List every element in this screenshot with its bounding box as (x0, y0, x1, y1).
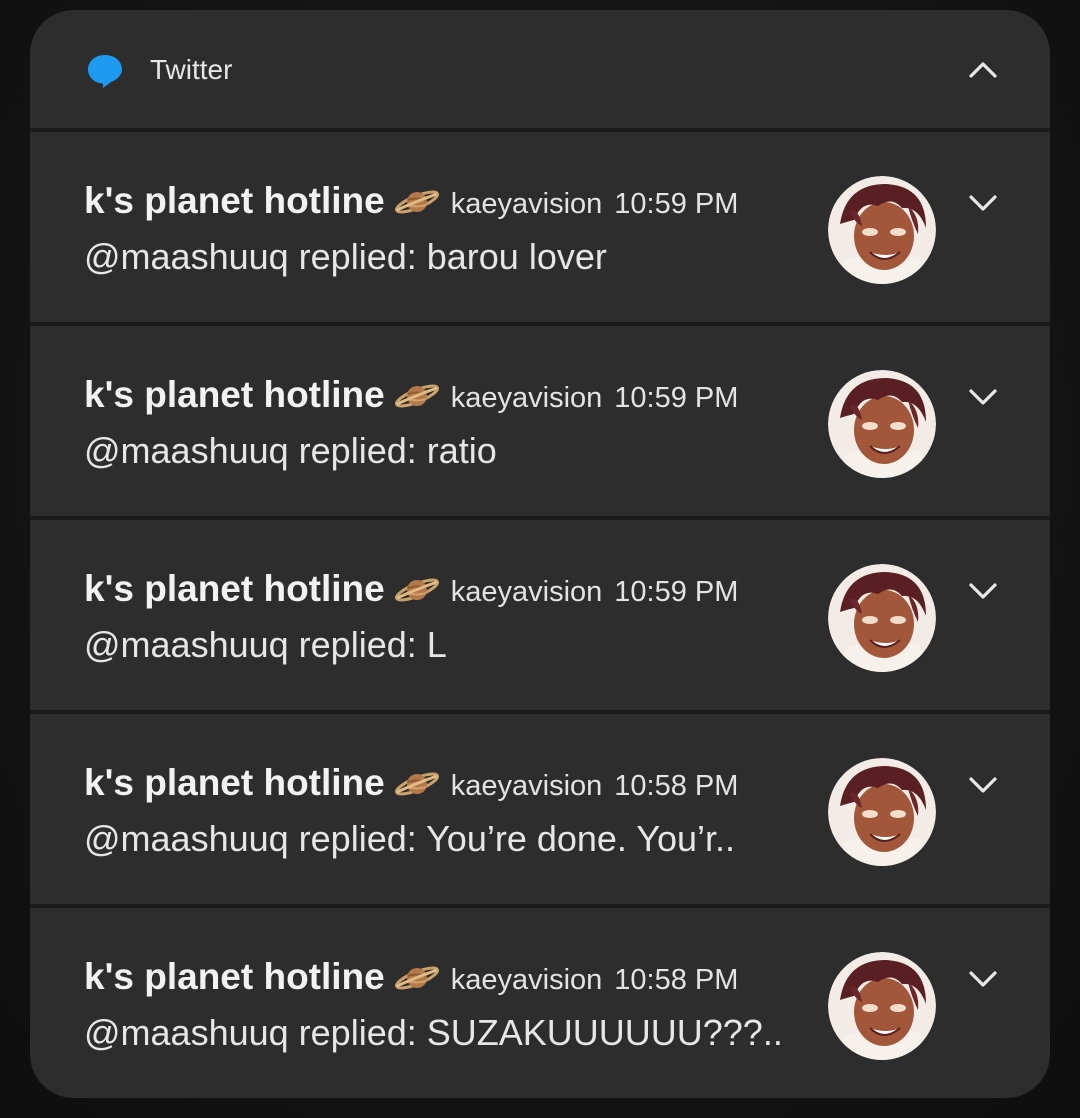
chevron-up-icon[interactable] (966, 54, 1000, 84)
chevron-down-icon[interactable] (966, 382, 1000, 412)
avatar (828, 370, 936, 478)
notification-title-line: k's planet hotline kaeyavision 10:58 PM (84, 762, 738, 808)
sender-handle: kaeyavision (450, 770, 603, 802)
notification-group-header[interactable]: Twitter (30, 10, 1050, 128)
sender-name: k's planet hotline (84, 956, 385, 997)
ringed-planet-icon (394, 772, 439, 796)
chevron-down-icon[interactable] (966, 576, 1000, 606)
notification-group: Twitter k's planet hotline kaeyavision 1… (30, 10, 1050, 1098)
sender-handle: kaeyavision (450, 576, 603, 608)
ringed-planet-icon (394, 578, 439, 602)
notification-body: @maashuuq replied: ratio (84, 430, 497, 471)
notification-time: 10:59 PM (614, 188, 739, 220)
chevron-down-icon[interactable] (966, 188, 1000, 218)
ringed-planet-icon (394, 384, 439, 408)
notification-time: 10:59 PM (614, 576, 739, 608)
avatar (828, 176, 936, 284)
chat-bubble-icon (88, 55, 122, 88)
notification-time: 10:59 PM (614, 382, 739, 414)
avatar (828, 952, 936, 1060)
ringed-planet-icon (394, 966, 439, 990)
notification-body: @maashuuq replied: L (84, 624, 447, 665)
sender-name: k's planet hotline (84, 374, 385, 415)
notification-card[interactable]: k's planet hotline kaeyavision 10:58 PM … (30, 714, 1050, 904)
sender-name: k's planet hotline (84, 180, 385, 221)
notification-card[interactable]: k's planet hotline kaeyavision 10:59 PM … (30, 326, 1050, 516)
notification-card[interactable]: k's planet hotline kaeyavision 10:59 PM … (30, 520, 1050, 710)
sender-name: k's planet hotline (84, 568, 385, 609)
notification-title-line: k's planet hotline kaeyavision 10:58 PM (84, 956, 738, 1002)
notification-title-line: k's planet hotline kaeyavision 10:59 PM (84, 180, 738, 226)
notification-time: 10:58 PM (614, 770, 739, 802)
avatar (828, 564, 936, 672)
chevron-down-icon[interactable] (966, 964, 1000, 994)
ringed-planet-icon (394, 190, 439, 214)
sender-handle: kaeyavision (450, 188, 603, 220)
notification-title-line: k's planet hotline kaeyavision 10:59 PM (84, 568, 738, 614)
app-name: Twitter (150, 54, 233, 85)
notification-time: 10:58 PM (614, 964, 739, 996)
notification-card[interactable]: k's planet hotline kaeyavision 10:59 PM … (30, 132, 1050, 322)
avatar (828, 758, 936, 866)
chevron-down-icon[interactable] (966, 770, 1000, 800)
notification-body: @maashuuq replied: You’re done. You’r.. (84, 818, 736, 859)
sender-handle: kaeyavision (450, 964, 603, 996)
sender-name: k's planet hotline (84, 762, 385, 803)
sender-handle: kaeyavision (450, 382, 603, 414)
notification-body: @maashuuq replied: SUZAKUUUUUU???.. (84, 1012, 783, 1053)
notification-title-line: k's planet hotline kaeyavision 10:59 PM (84, 374, 738, 420)
notification-body: @maashuuq replied: barou lover (84, 236, 607, 277)
notification-card[interactable]: k's planet hotline kaeyavision 10:58 PM … (30, 908, 1050, 1098)
